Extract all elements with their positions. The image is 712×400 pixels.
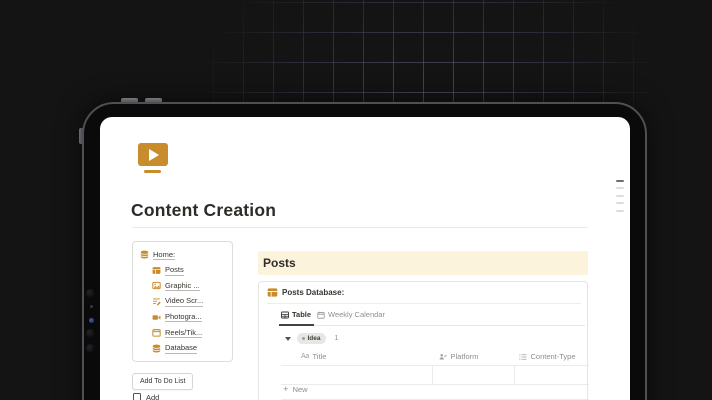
sidebar-item-photography[interactable]: Photogra... <box>133 309 232 325</box>
tablet-camera-mic-dot <box>89 305 93 308</box>
sidebar-item-label: Home: <box>153 249 176 261</box>
sidebar-links-card: Home: Posts Graphic ... Video Scr... Pho… <box>132 241 233 362</box>
column-label: Platform <box>450 352 479 361</box>
group-tag-label: Idea <box>307 335 321 342</box>
column-header-platform[interactable]: Platform <box>439 352 478 361</box>
column-label: Content-Type <box>530 352 576 361</box>
sidebar-item-home[interactable]: Home: <box>133 247 232 263</box>
table-icon <box>152 267 161 274</box>
new-row-label: New <box>292 385 308 394</box>
page-outline-widget[interactable] <box>616 180 624 217</box>
person-check-icon <box>439 353 447 359</box>
group-tag-pill[interactable]: Idea <box>297 333 326 344</box>
tablet-camera-lens <box>86 289 95 298</box>
tablet-camera-lens <box>86 344 95 353</box>
image-icon <box>152 282 161 290</box>
title-divider <box>132 227 588 228</box>
column-header-title[interactable]: Aa Title <box>301 352 326 361</box>
sidebar-item-label: Posts <box>165 265 184 276</box>
plus-icon: + <box>283 384 289 395</box>
sidebar-item-graphic[interactable]: Graphic ... <box>133 278 232 294</box>
page-title: Content Creation <box>131 200 277 220</box>
video-camera-icon <box>152 314 161 320</box>
sidebar-item-label: Video Scr... <box>165 296 204 307</box>
group-row-idea: Idea 1 <box>285 333 338 344</box>
outline-line-icon <box>616 209 624 212</box>
calendar-icon <box>152 329 161 337</box>
group-count: 1 <box>334 335 339 342</box>
new-row-button[interactable]: + New <box>283 384 308 395</box>
tab-label: Weekly Calendar <box>328 310 385 319</box>
table-view-icon <box>281 311 289 318</box>
tablet-camera-lens <box>86 329 95 338</box>
posts-section-banner: Posts <box>258 251 588 275</box>
todo-checkbox[interactable] <box>133 393 141 400</box>
table-row-border <box>281 365 589 366</box>
tab-table[interactable]: Table <box>281 310 311 319</box>
calendar-view-icon <box>317 311 325 319</box>
todo-item-row: Add <box>133 393 159 400</box>
script-icon <box>153 298 161 306</box>
desktop-background: Content Creation Home: Posts Graphic ...… <box>0 0 712 400</box>
posts-database-card: Posts Database: Table Weekly Calendar Id… <box>258 281 589 400</box>
outline-line-icon <box>616 180 624 182</box>
column-header-content-type[interactable]: Content-Type <box>519 352 576 361</box>
text-property-icon: Aa <box>301 353 309 360</box>
database-header-divider <box>267 303 581 304</box>
tablet-camera-sensor <box>89 318 94 323</box>
tab-label: Table <box>292 310 312 319</box>
tab-weekly-calendar[interactable]: Weekly Calendar <box>317 310 385 319</box>
app-screen: Content Creation Home: Posts Graphic ...… <box>100 117 630 400</box>
sidebar-item-posts[interactable]: Posts <box>133 263 232 279</box>
column-label: Title <box>312 352 327 361</box>
database-icon <box>140 250 149 259</box>
posts-section-heading: Posts <box>263 256 296 270</box>
table-cell-divider <box>514 365 515 384</box>
table-cell-divider <box>432 365 433 384</box>
table-row-border <box>281 384 589 385</box>
table-icon <box>267 288 278 297</box>
list-icon <box>519 353 527 360</box>
collapse-triangle-icon[interactable] <box>285 336 291 341</box>
sidebar-item-label: Reels/Tik... <box>165 327 203 339</box>
add-todo-list-button[interactable]: Add To Do List <box>132 373 194 390</box>
sidebar-item-label: Photogra... <box>165 311 202 323</box>
sidebar-item-database[interactable]: Database <box>133 341 232 357</box>
outline-line-icon <box>616 187 624 190</box>
tabs-divider <box>279 325 585 326</box>
sidebar-item-reels-tiktok[interactable]: Reels/Tik... <box>133 325 232 341</box>
database-icon <box>152 344 161 353</box>
tv-play-icon <box>138 143 168 166</box>
tag-dot-icon <box>302 337 305 340</box>
outline-line-icon <box>616 194 624 197</box>
database-title[interactable]: Posts Database: <box>282 288 344 297</box>
outline-line-icon <box>616 202 624 205</box>
active-tab-indicator <box>279 324 314 326</box>
sidebar-item-video-script[interactable]: Video Scr... <box>133 294 232 310</box>
sidebar-item-label: Database <box>165 343 198 354</box>
sidebar-item-label: Graphic ... <box>165 280 200 292</box>
tv-stand-icon <box>144 169 161 173</box>
todo-item-label: Add <box>146 393 160 400</box>
